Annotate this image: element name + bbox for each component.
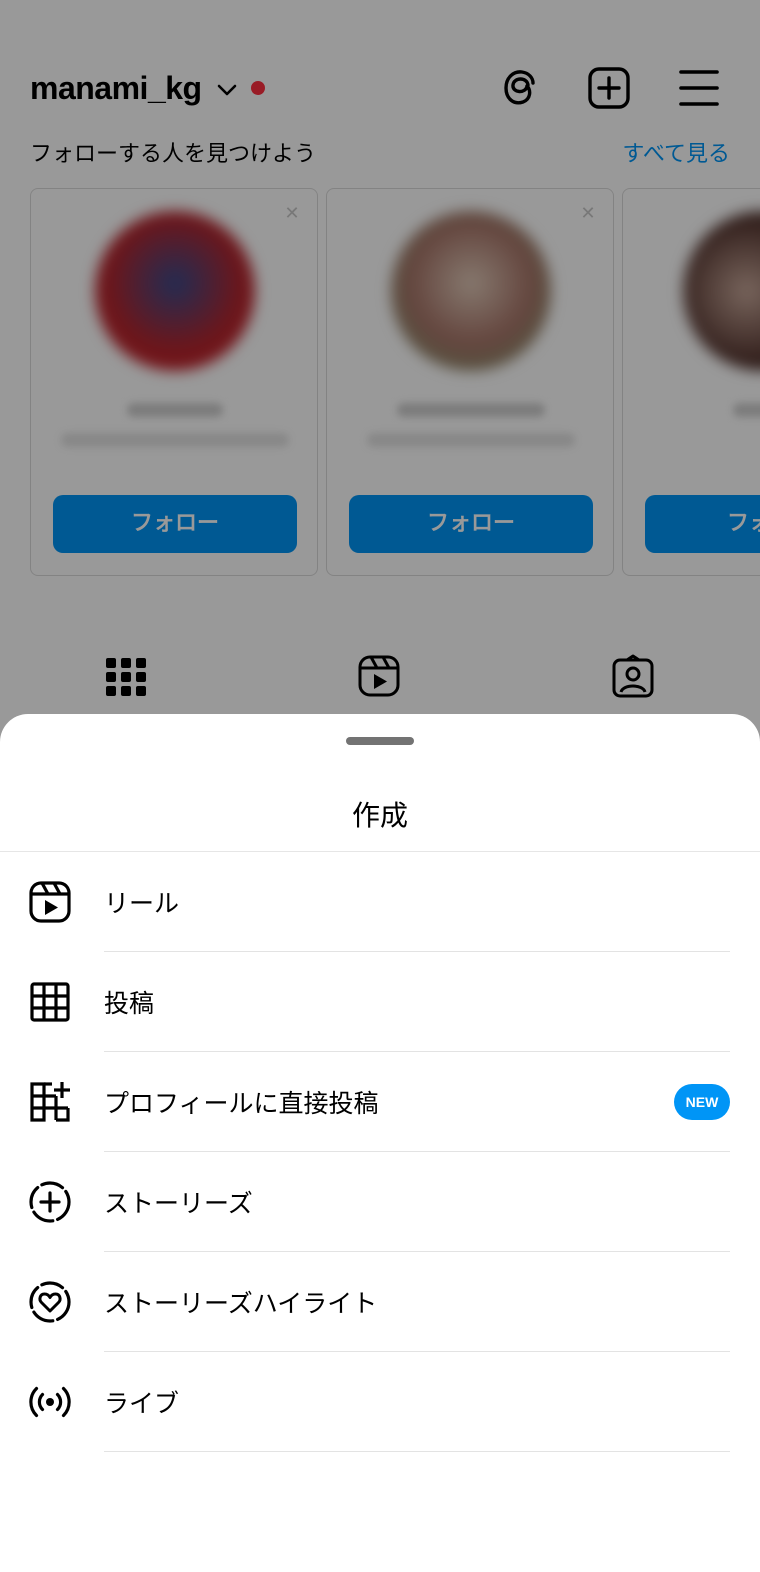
grid-plus-icon [30, 1082, 70, 1122]
grid-icon [30, 982, 70, 1022]
new-badge: NEW [674, 1084, 730, 1120]
menu-item-live[interactable]: ライブ [0, 1352, 760, 1452]
menu-item-post[interactable]: 投稿 [0, 952, 760, 1052]
menu-item-label: ストーリーズ [104, 1189, 253, 1218]
sheet-title: 作成 [351, 799, 408, 832]
menu-item-label: プロフィールに直接投稿 [104, 1089, 379, 1118]
menu-item-label: ライブ [104, 1389, 180, 1418]
live-broadcast-icon [29, 1386, 71, 1418]
highlight-heart-icon [29, 1281, 71, 1323]
menu-item-reel[interactable]: リール [0, 852, 760, 952]
menu-item-label: 投稿 [104, 989, 155, 1018]
create-bottom-sheet: 作成 リール 投稿 プロフィールに直接投稿 NEW ストーリーズ ストーリーズハ… [0, 714, 760, 1572]
create-menu: リール 投稿 プロフィールに直接投稿 NEW ストーリーズ ストーリーズハイライ… [0, 852, 760, 1452]
menu-item-post-to-profile[interactable]: プロフィールに直接投稿 NEW [0, 1052, 760, 1152]
divider [104, 1451, 730, 1452]
story-add-icon [29, 1181, 71, 1223]
menu-item-label: リール [104, 889, 180, 918]
reels-icon [29, 881, 71, 923]
menu-item-stories-highlight[interactable]: ストーリーズハイライト [0, 1252, 760, 1352]
menu-item-label: ストーリーズハイライト [104, 1289, 378, 1318]
menu-item-stories[interactable]: ストーリーズ [0, 1152, 760, 1252]
drag-handle[interactable] [346, 737, 414, 745]
